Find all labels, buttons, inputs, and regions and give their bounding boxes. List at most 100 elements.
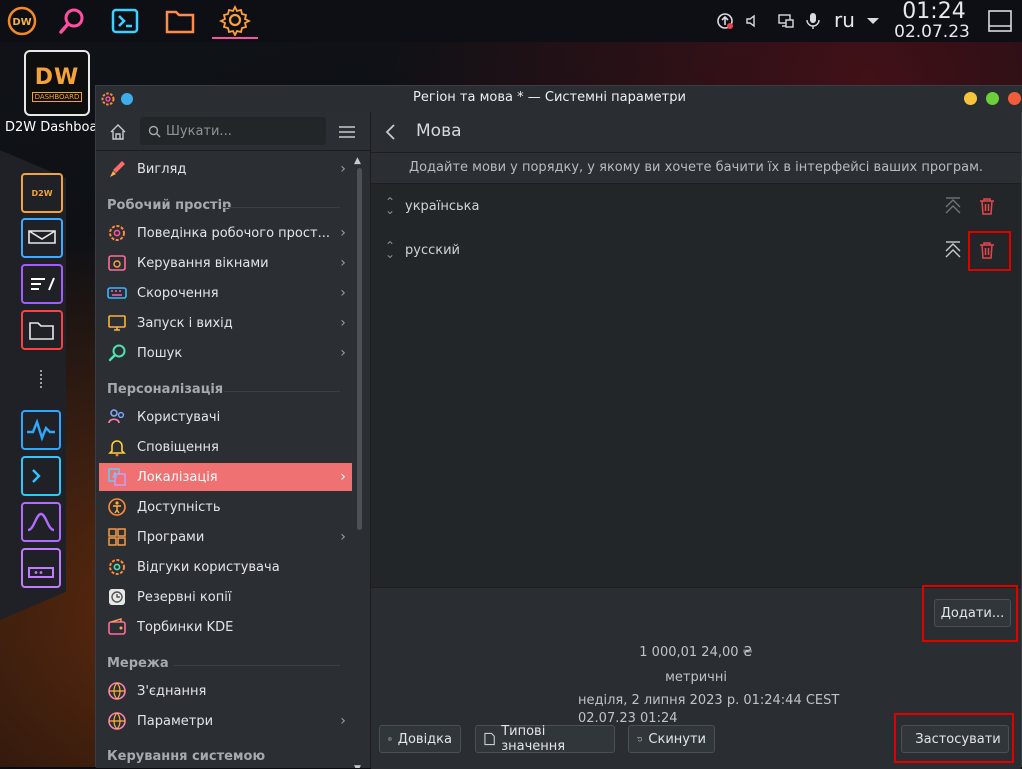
- mail-icon: [28, 230, 56, 244]
- chevron-right-icon: ›: [340, 255, 346, 271]
- maximize-button[interactable]: [986, 92, 999, 105]
- sidebar-item-kde-wallet[interactable]: Торбинки KDE: [99, 613, 352, 641]
- search-input[interactable]: [166, 117, 322, 145]
- double-chevron-up-icon: [945, 241, 961, 258]
- dock-t-mail[interactable]: [21, 218, 63, 258]
- show-desktop-button[interactable]: [987, 0, 1013, 42]
- clock-date[interactable]: 02.07.23: [892, 22, 972, 42]
- tray-expander[interactable]: [866, 0, 880, 42]
- reset-button[interactable]: Скинути: [628, 725, 715, 753]
- search-launcher[interactable]: [52, 3, 92, 39]
- sidebar-item-window-management[interactable]: Керування вікнами ›: [99, 249, 352, 277]
- sidebar-item-workspace-behavior[interactable]: Поведінка робочого прост... ›: [99, 219, 352, 247]
- tray-volume[interactable]: [745, 0, 761, 42]
- clock-time[interactable]: 01:24: [896, 0, 972, 24]
- move-to-top-button[interactable]: [938, 235, 968, 265]
- updates-icon: [717, 13, 733, 29]
- minimize-button[interactable]: [964, 92, 977, 105]
- chevron-right-icon: ›: [340, 469, 346, 485]
- hamburger-menu-button[interactable]: [338, 124, 356, 140]
- help-button[interactable]: Довідка: [379, 725, 461, 753]
- sidebar-item-applications[interactable]: Програми ›: [99, 523, 352, 551]
- folder-icon: [29, 322, 54, 340]
- sidebar-item-user-feedback[interactable]: Відгуки користувача: [99, 553, 352, 581]
- sidebar-item-label: Торбинки KDE: [137, 619, 234, 635]
- chevron-down-icon: [867, 18, 879, 24]
- sidebar-item-network-settings[interactable]: Параметри ›: [99, 707, 352, 735]
- dock-devices[interactable]: [21, 548, 61, 588]
- scroll-up-arrow-icon[interactable]: ▲: [354, 156, 361, 166]
- volume-icon: [746, 14, 755, 28]
- sidebar-item-localization[interactable]: A Локалізація ›: [99, 463, 352, 491]
- d2w-dashboard-desktop-icon[interactable]: DW DASHBOARD: [24, 50, 90, 116]
- dock-d2w-label: D2W: [31, 188, 53, 198]
- dock-notes[interactable]: [21, 264, 63, 304]
- search-field[interactable]: [140, 117, 326, 145]
- language-row[interactable]: ⌃ ⌄ українська: [371, 186, 1021, 226]
- help-label: Довідка: [397, 731, 452, 747]
- sidebar-item-startup[interactable]: Запуск і вихід ›: [99, 309, 352, 337]
- language-row[interactable]: ⌃ ⌄ русский: [371, 230, 1021, 270]
- desktop-icon-label: D2W Dashboa: [5, 120, 98, 135]
- sidebar-item-accessibility[interactable]: Доступність: [99, 493, 352, 521]
- drag-handle-icon[interactable]: ⌃ ⌄: [383, 240, 397, 260]
- defaults-button[interactable]: Типові значення: [475, 724, 615, 754]
- terminal-launcher[interactable]: [105, 3, 145, 39]
- d2w-dashboard-launcher[interactable]: DW: [2, 3, 42, 39]
- sidebar-item-label: Вигляд: [137, 161, 187, 177]
- tray-microphone[interactable]: [806, 0, 820, 42]
- home-button[interactable]: [108, 122, 130, 142]
- help-lifebuoy-icon: [388, 737, 392, 741]
- bell-icon: [106, 436, 128, 458]
- sidebar-item-appearance[interactable]: Вигляд ›: [99, 155, 352, 183]
- waveform-icon: [27, 512, 55, 532]
- scroll-down-arrow-icon[interactable]: ▼: [354, 764, 361, 768]
- tray-network[interactable]: [777, 0, 795, 42]
- terminal-icon: [111, 8, 139, 34]
- double-chevron-up-icon: [945, 197, 961, 214]
- gear-icon: [106, 222, 128, 244]
- sidebar-item-backups[interactable]: Резервні копії: [99, 583, 352, 611]
- sidebar-item-connections[interactable]: З'єднання: [99, 677, 352, 705]
- dock-files[interactable]: [21, 310, 63, 350]
- back-button[interactable]: [381, 122, 401, 142]
- highlight-apply-button: [894, 713, 1014, 763]
- language-name: українська: [405, 198, 480, 214]
- dock-d2w-dashboard[interactable]: D2W: [21, 173, 63, 213]
- sidebar-item-users[interactable]: Користувачі: [99, 403, 352, 431]
- reset-label: Скинути: [648, 731, 706, 747]
- globe-icon: [106, 680, 128, 702]
- window-icon: [106, 252, 128, 274]
- dock-audio[interactable]: [21, 502, 61, 542]
- files-launcher[interactable]: [160, 3, 200, 39]
- tray-updates[interactable]: [716, 0, 734, 42]
- scrollbar-thumb[interactable]: [357, 168, 362, 530]
- sidebar-item-label: Локалізація: [137, 469, 218, 485]
- highlight-add-button: [922, 585, 1018, 642]
- dock-system-monitor[interactable]: [21, 410, 61, 450]
- dock-terminal[interactable]: [21, 456, 61, 496]
- device-icon: [28, 567, 54, 578]
- svg-text:DW: DW: [12, 17, 31, 28]
- chevron-left-icon: [385, 124, 395, 140]
- language-name: русский: [405, 242, 460, 258]
- sidebar-item-shortcuts[interactable]: Скорочення ›: [99, 279, 352, 307]
- chevron-right-icon: ›: [340, 161, 346, 177]
- sidebar-item-label: З'єднання: [137, 683, 207, 699]
- activity-icon: [27, 418, 55, 442]
- chevron-right-icon: ›: [340, 315, 346, 331]
- keyboard-layout-indicator[interactable]: ru: [834, 8, 855, 32]
- move-to-top-button[interactable]: [938, 191, 968, 221]
- system-settings-launcher[interactable]: [212, 3, 258, 39]
- number-format-example: 1 000,01 24,00 ₴: [639, 645, 753, 660]
- undo-icon: [637, 736, 642, 742]
- remove-language-button[interactable]: [972, 191, 1002, 221]
- sidebar-scrollbar[interactable]: ▲ ▼: [354, 156, 364, 768]
- close-button[interactable]: [1008, 92, 1021, 105]
- sidebar-item-search[interactable]: Пошук ›: [99, 339, 352, 367]
- sidebar-item-notifications[interactable]: Сповіщення: [99, 433, 352, 461]
- svg-text:A: A: [112, 471, 118, 480]
- section-personalization: Персоналізація: [107, 382, 224, 397]
- drag-handle-icon[interactable]: ⌃ ⌄: [383, 196, 397, 216]
- window-titlebar[interactable]: Регіон та мова * — Системні параметри: [96, 86, 1022, 112]
